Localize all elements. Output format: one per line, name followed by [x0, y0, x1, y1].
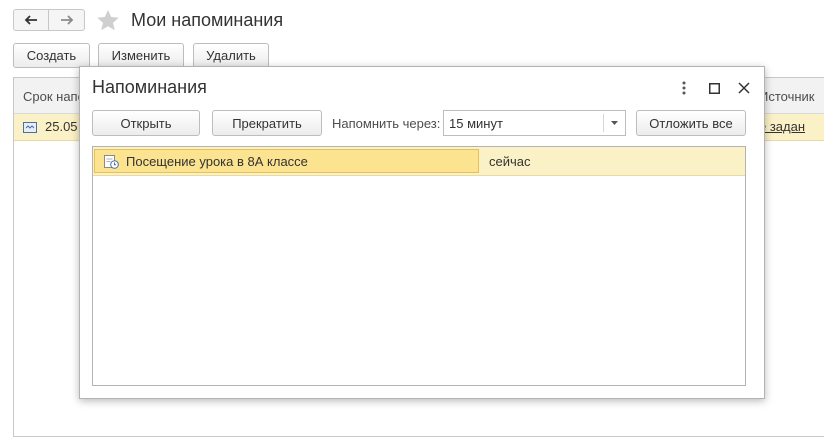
reminders-dialog: Напоминания Открыть Прекратить Напомнить… — [79, 66, 765, 399]
page-title: Мои напоминания — [131, 10, 284, 30]
remind-in-select[interactable]: 15 минут — [443, 110, 626, 136]
delete-button[interactable]: Удалить — [193, 43, 269, 68]
more-button[interactable] — [675, 79, 693, 97]
dialog-title: Напоминания — [92, 77, 207, 97]
list-item[interactable]: Посещение урока в 8А классе сейчас — [93, 147, 745, 176]
row-date: 25.05 — [45, 119, 78, 134]
back-button[interactable] — [13, 9, 49, 31]
chevron-down-icon[interactable] — [604, 111, 625, 135]
forward-button[interactable] — [49, 9, 85, 31]
calendar-event-icon — [23, 121, 37, 136]
favorite-button[interactable] — [96, 9, 120, 34]
back-arrow-icon — [24, 15, 37, 25]
column-header-source[interactable]: Источник — [759, 89, 815, 104]
star-icon — [97, 10, 119, 31]
create-button[interactable]: Создать — [13, 43, 90, 68]
list-item-time: сейчас — [489, 154, 531, 169]
remind-in-label: Напомнить через: — [332, 116, 441, 131]
reminders-list: Посещение урока в 8А классе сейчас — [92, 146, 746, 386]
edit-button[interactable]: Изменить — [98, 43, 184, 68]
list-item-name: Посещение урока в 8А классе — [126, 154, 308, 169]
maximize-button[interactable] — [705, 79, 723, 97]
row-source-link[interactable]: е задан — [759, 119, 805, 134]
list-item-name-cell[interactable]: Посещение урока в 8А классе — [94, 149, 479, 173]
forward-arrow-icon — [60, 15, 73, 25]
column-header-date[interactable]: Срок напо — [23, 89, 85, 104]
stop-button[interactable]: Прекратить — [212, 110, 322, 136]
open-button[interactable]: Открыть — [92, 110, 200, 136]
maximize-icon — [708, 82, 720, 94]
postpone-all-button[interactable]: Отложить все — [636, 110, 746, 136]
close-button[interactable] — [735, 79, 753, 97]
reminder-icon — [104, 155, 119, 172]
more-vertical-icon — [682, 81, 686, 95]
close-icon — [738, 82, 750, 94]
remind-in-value: 15 минут — [449, 116, 503, 131]
